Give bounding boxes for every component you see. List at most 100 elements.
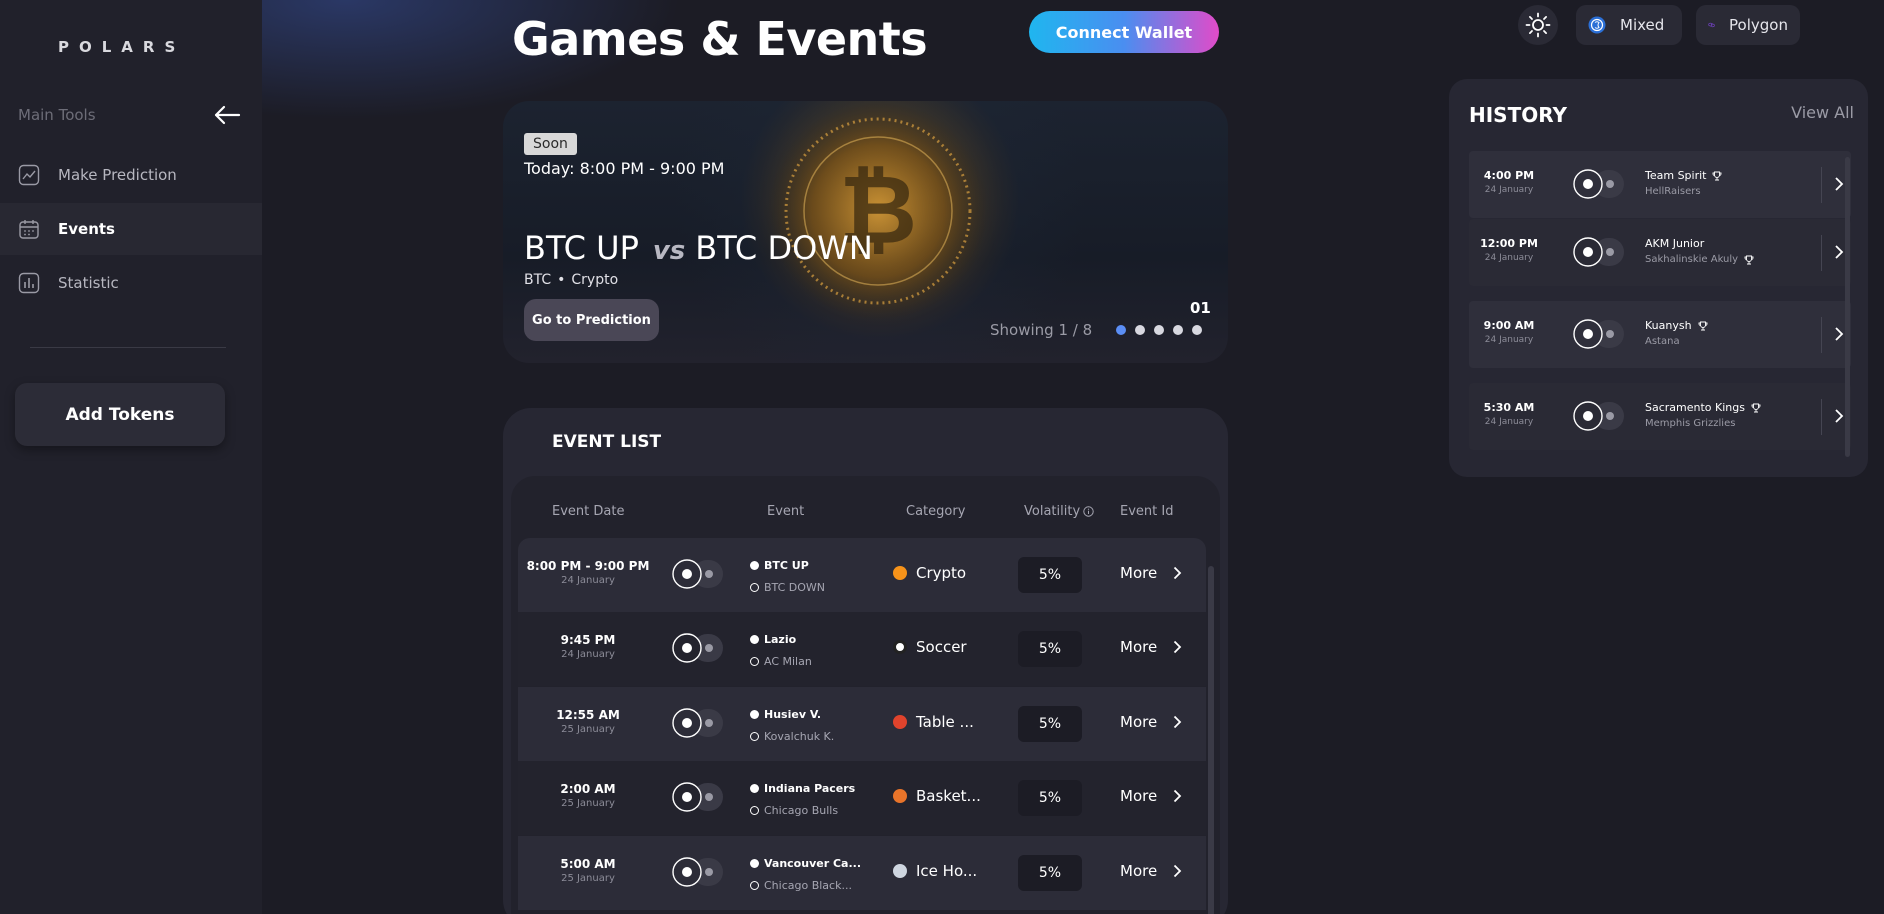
event-meta: BTC • Crypto [524, 272, 618, 288]
event-category: Ice Ho... [893, 862, 977, 880]
team-a-name: BTC UP [764, 558, 809, 572]
team-a: Lazio [750, 628, 812, 650]
more-button[interactable]: More [1120, 564, 1182, 582]
event-date: 12:55 AM 25 January [518, 708, 658, 735]
team-b: Chicago Black... [750, 874, 861, 896]
table-row[interactable]: 8:00 PM - 9:00 PM 24 January BTC UP BTC … [518, 538, 1206, 612]
status-badge: Soon [524, 133, 577, 155]
more-button[interactable]: More [1120, 787, 1182, 805]
history-scrollbar[interactable] [1845, 157, 1850, 457]
carousel-dot[interactable] [1192, 325, 1202, 335]
team-b-name: Chicago Bulls [764, 803, 839, 817]
view-all-link[interactable]: View All [1791, 103, 1854, 122]
sidebar-item-make-prediction[interactable]: Make Prediction [0, 149, 262, 201]
team-b-name: Memphis Grizzlies [1645, 418, 1736, 429]
go-to-prediction-button[interactable]: Go to Prediction [524, 299, 659, 341]
prediction-toggle[interactable] [671, 781, 727, 813]
featured-event-carousel[interactable]: ₿ Soon Today: 8:00 PM - 9:00 PM BTC UP v… [503, 101, 1228, 363]
history-day: 24 January [1484, 253, 1534, 263]
chevron-right-icon[interactable] [1833, 243, 1845, 261]
team-b-marker [750, 656, 759, 666]
event-category: Table ... [893, 713, 974, 731]
mode-selector[interactable]: Mixed [1576, 5, 1682, 45]
event-table: Event Date Event Category Volatility Eve… [511, 476, 1220, 914]
more-button[interactable]: More [1120, 862, 1182, 880]
event-teams: Lazio AC Milan [750, 628, 812, 672]
table-tennis-icon [893, 715, 907, 729]
prediction-toggle [1573, 401, 1624, 431]
table-row[interactable]: 9:45 PM 24 January Lazio AC Milan Soccer… [518, 612, 1206, 686]
team-a-name: Sacramento Kings [1645, 401, 1745, 414]
history-row[interactable]: 5:30 AM 24 January Sacramento Kings Memp… [1469, 383, 1851, 450]
history-date: 5:30 AM 24 January [1469, 401, 1549, 427]
prediction-toggle [1573, 237, 1624, 267]
team-a: Husiev V. [750, 703, 834, 725]
sidebar-item-label: Make Prediction [58, 166, 177, 184]
trophy-icon [1744, 255, 1754, 264]
carousel-dot[interactable] [1116, 325, 1126, 335]
more-label: More [1120, 638, 1158, 656]
sidebar-item-statistic[interactable]: Statistic [0, 257, 262, 309]
carousel-dot[interactable] [1173, 325, 1183, 335]
team-a-name: Team Spirit [1645, 169, 1707, 182]
chevron-right-icon [1174, 640, 1182, 654]
team-b: Memphis Grizzlies [1645, 418, 1761, 429]
team-b-name: BTC DOWN [764, 580, 826, 594]
more-button[interactable]: More [1120, 638, 1182, 656]
chevron-right-icon[interactable] [1833, 175, 1845, 193]
team-b-marker [750, 731, 759, 741]
trophy-icon [1713, 171, 1722, 180]
history-teams: Sacramento Kings Memphis Grizzlies [1645, 401, 1761, 429]
prediction-toggle[interactable] [671, 707, 727, 739]
column-header-category[interactable]: Category [906, 504, 965, 519]
sidebar-item-events[interactable]: Events [0, 203, 262, 255]
prediction-toggle[interactable] [671, 558, 727, 590]
history-row[interactable]: 9:00 AM 24 January Kuanysh Astana [1469, 301, 1851, 368]
theme-toggle-button[interactable] [1518, 5, 1558, 45]
category-label: Table ... [916, 713, 974, 731]
team-a-marker [750, 709, 759, 719]
column-header-event[interactable]: Event [767, 504, 804, 519]
prediction-toggle[interactable] [671, 632, 727, 664]
history-day: 24 January [1484, 417, 1534, 427]
chevron-right-icon[interactable] [1833, 407, 1845, 425]
carousel-dot[interactable] [1154, 325, 1164, 335]
network-selector[interactable]: Polygon [1696, 5, 1800, 45]
arrow-left-icon[interactable] [213, 104, 241, 126]
column-header-volatility[interactable]: Volatility [1024, 504, 1094, 519]
table-row[interactable]: 5:00 AM 25 January Vancouver Ca... Chica… [518, 836, 1206, 910]
event-date: 9:45 PM 24 January [518, 633, 658, 660]
event-day: 25 January [561, 724, 615, 735]
add-tokens-button[interactable]: Add Tokens [15, 383, 225, 446]
vs-label: vs [652, 236, 686, 266]
event-date: 8:00 PM - 9:00 PM 24 January [518, 559, 658, 586]
team-a-marker [750, 560, 759, 570]
history-day: 24 January [1484, 335, 1534, 345]
table-row[interactable]: 2:00 AM 25 January Indiana Pacers Chicag… [518, 761, 1206, 835]
column-header-event-date[interactable]: Event Date [552, 504, 624, 519]
more-button[interactable]: More [1120, 713, 1182, 731]
history-date: 9:00 AM 24 January [1469, 319, 1549, 345]
column-header-event-id[interactable]: Event Id [1120, 504, 1173, 519]
table-row[interactable]: 12:55 AM 25 January Husiev V. Kovalchuk … [518, 687, 1206, 761]
volatility-value: 5% [1018, 780, 1082, 816]
carousel-dot[interactable] [1135, 325, 1145, 335]
team-a: Sacramento Kings [1645, 401, 1761, 414]
info-icon[interactable] [1083, 506, 1094, 517]
history-row[interactable]: 12:00 PM 24 January AKM Junior Sakhalins… [1469, 219, 1851, 286]
history-teams: AKM Junior Sakhalinskie Akuly [1645, 237, 1754, 265]
team-b: BTC DOWN [750, 576, 825, 598]
category-label: Soccer [916, 638, 967, 656]
event-day: 24 January [561, 649, 615, 660]
history-row[interactable]: 4:00 PM 24 January Team Spirit HellRaise… [1469, 151, 1851, 218]
event-time: 5:00 AM [560, 857, 616, 871]
team-a-marker [750, 634, 759, 644]
connect-wallet-button[interactable]: Connect Wallet [1029, 11, 1219, 53]
team-b-name: Kovalchuk K. [764, 729, 835, 743]
trophy-icon [1698, 321, 1708, 330]
team-a-name: Indiana Pacers [764, 781, 856, 795]
chevron-right-icon[interactable] [1833, 325, 1845, 343]
event-list-scrollbar[interactable] [1208, 566, 1214, 914]
team-b-name: HellRaisers [1645, 186, 1701, 197]
prediction-toggle[interactable] [671, 856, 727, 888]
